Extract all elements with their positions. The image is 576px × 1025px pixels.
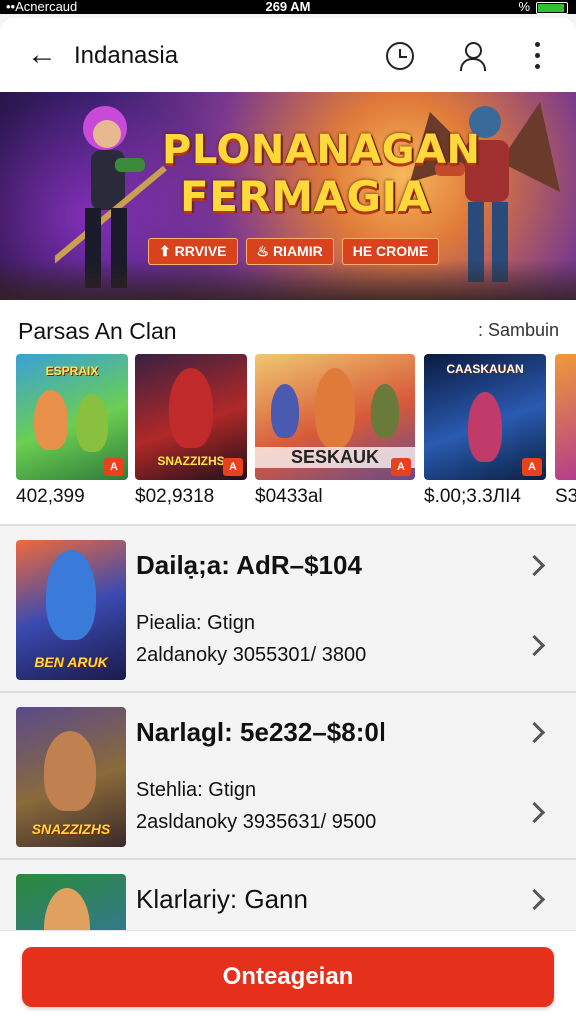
user-icon[interactable] — [456, 40, 488, 72]
list-item-title: Dailạ;a: AdR–$104 — [136, 550, 362, 580]
banner-chip-crome[interactable]: HE CROME — [341, 238, 440, 265]
game-thumbnail: ESPRAIX A — [16, 354, 128, 480]
page-title: Indanasia — [74, 42, 179, 69]
game-thumbnail: SNAZZIZHS A — [135, 354, 247, 480]
card-price: $.00;3.3ЛI4 — [424, 486, 521, 507]
card-price: $0433al — [255, 486, 323, 507]
list-item-thumbnail-title: BEN ARUK — [34, 654, 108, 670]
list-item-subtitle: Stehlia: Gtign — [136, 779, 257, 801]
list-item-thumbnail: BEN ARUK — [16, 540, 126, 680]
game-thumbnail: SESKAUK A — [255, 354, 415, 480]
banner-chip-revive[interactable]: ⬆ RRVIVE — [148, 238, 238, 265]
game-thumbnail-title: ESPRAIX — [45, 364, 99, 378]
carousel-card[interactable]: SESKAUK A $0433al — [255, 354, 415, 508]
list-item[interactable]: Klarlariy: Gann — [0, 858, 576, 940]
chevron-right-icon[interactable] — [524, 801, 548, 825]
game-thumbnail — [555, 354, 576, 480]
chevron-right-icon[interactable] — [524, 721, 548, 745]
list-item[interactable]: BEN ARUK Dailạ;a: AdR–$104 Piealia: Gtig… — [0, 524, 576, 693]
see-all-link[interactable]: : Sambuin — [478, 320, 559, 341]
store-badge-icon: A — [223, 458, 243, 476]
more-vert-icon[interactable] — [530, 40, 544, 72]
carousel-card[interactable]: S3 — [555, 354, 576, 508]
status-icons: % — [518, 0, 568, 14]
card-price: 402,399 — [16, 486, 85, 507]
banner-chips: ⬆ RRVIVE ♨ RIAMIR HE CROME — [148, 238, 440, 265]
card-price: S3 — [555, 486, 576, 507]
store-badge-icon: A — [104, 458, 124, 476]
chevron-right-icon[interactable] — [524, 888, 548, 912]
carousel-card[interactable]: SNAZZIZHS A $02,9318 — [135, 354, 247, 508]
game-thumbnail-title: CAASKAUAN — [446, 362, 524, 376]
section-title: Parsas An Clan — [18, 318, 177, 344]
store-badge-icon: A — [391, 458, 411, 476]
status-bar: ••Acnercaud 269 AM % — [0, 0, 576, 14]
card-price: $02,9318 — [135, 486, 215, 507]
list-item-title: Klarlariy: Gann — [136, 884, 308, 914]
list-item-meta: 2asldanoky 3935631/ 9500 — [136, 811, 377, 833]
primary-cta-button[interactable]: Onteageian — [22, 947, 554, 1007]
section-header: Parsas An Clan : Sambuin — [0, 300, 576, 354]
chevron-right-icon[interactable] — [524, 634, 548, 658]
banner-title-line2: FERMAGIA — [180, 172, 431, 221]
hero-banner[interactable]: PLONANAGAN FERMAGIA ⬆ RRVIVE ♨ RIAMIR HE… — [0, 92, 576, 300]
back-arrow-icon[interactable]: ← — [24, 38, 60, 74]
clock-time: 269 AM — [265, 0, 311, 14]
battery-icon — [536, 1, 568, 14]
clock-download-icon[interactable] — [386, 42, 414, 70]
banner-title-line1: PLONANAGAN — [162, 127, 481, 173]
list-item[interactable]: SNAZZIZHS Narlagl: 5e232–$8:0ǀ Stehlia: … — [0, 691, 576, 860]
battery-percent: % — [518, 0, 530, 14]
list-item-subtitle: Piealia: Gtign — [136, 612, 255, 634]
carousel-card[interactable]: ESPRAIX A 402,399 — [16, 354, 128, 508]
app-bar: ← Indanasia — [0, 18, 576, 92]
carousel-card[interactable]: CAASKAUAN A $.00;3.3ЛI4 — [424, 354, 546, 508]
list-item-meta: 2aldanoky 3055301/ 3800 — [136, 644, 367, 666]
list-item-thumbnail: SNAZZIZHS — [16, 707, 126, 847]
list-item-thumbnail-title: SNAZZIZHS — [31, 821, 111, 837]
banner-chip-riamir[interactable]: ♨ RIAMIR — [245, 238, 334, 265]
bottom-action-bar: Onteageian — [0, 930, 576, 1025]
list-item-title: Narlagl: 5e232–$8:0ǀ — [136, 717, 387, 747]
store-badge-icon: A — [522, 458, 542, 476]
game-carousel[interactable]: ESPRAIX A 402,399 SNAZZIZHS A $02,9318 S… — [0, 354, 576, 524]
game-thumbnail: CAASKAUAN A — [424, 354, 546, 480]
chevron-right-icon[interactable] — [524, 554, 548, 578]
